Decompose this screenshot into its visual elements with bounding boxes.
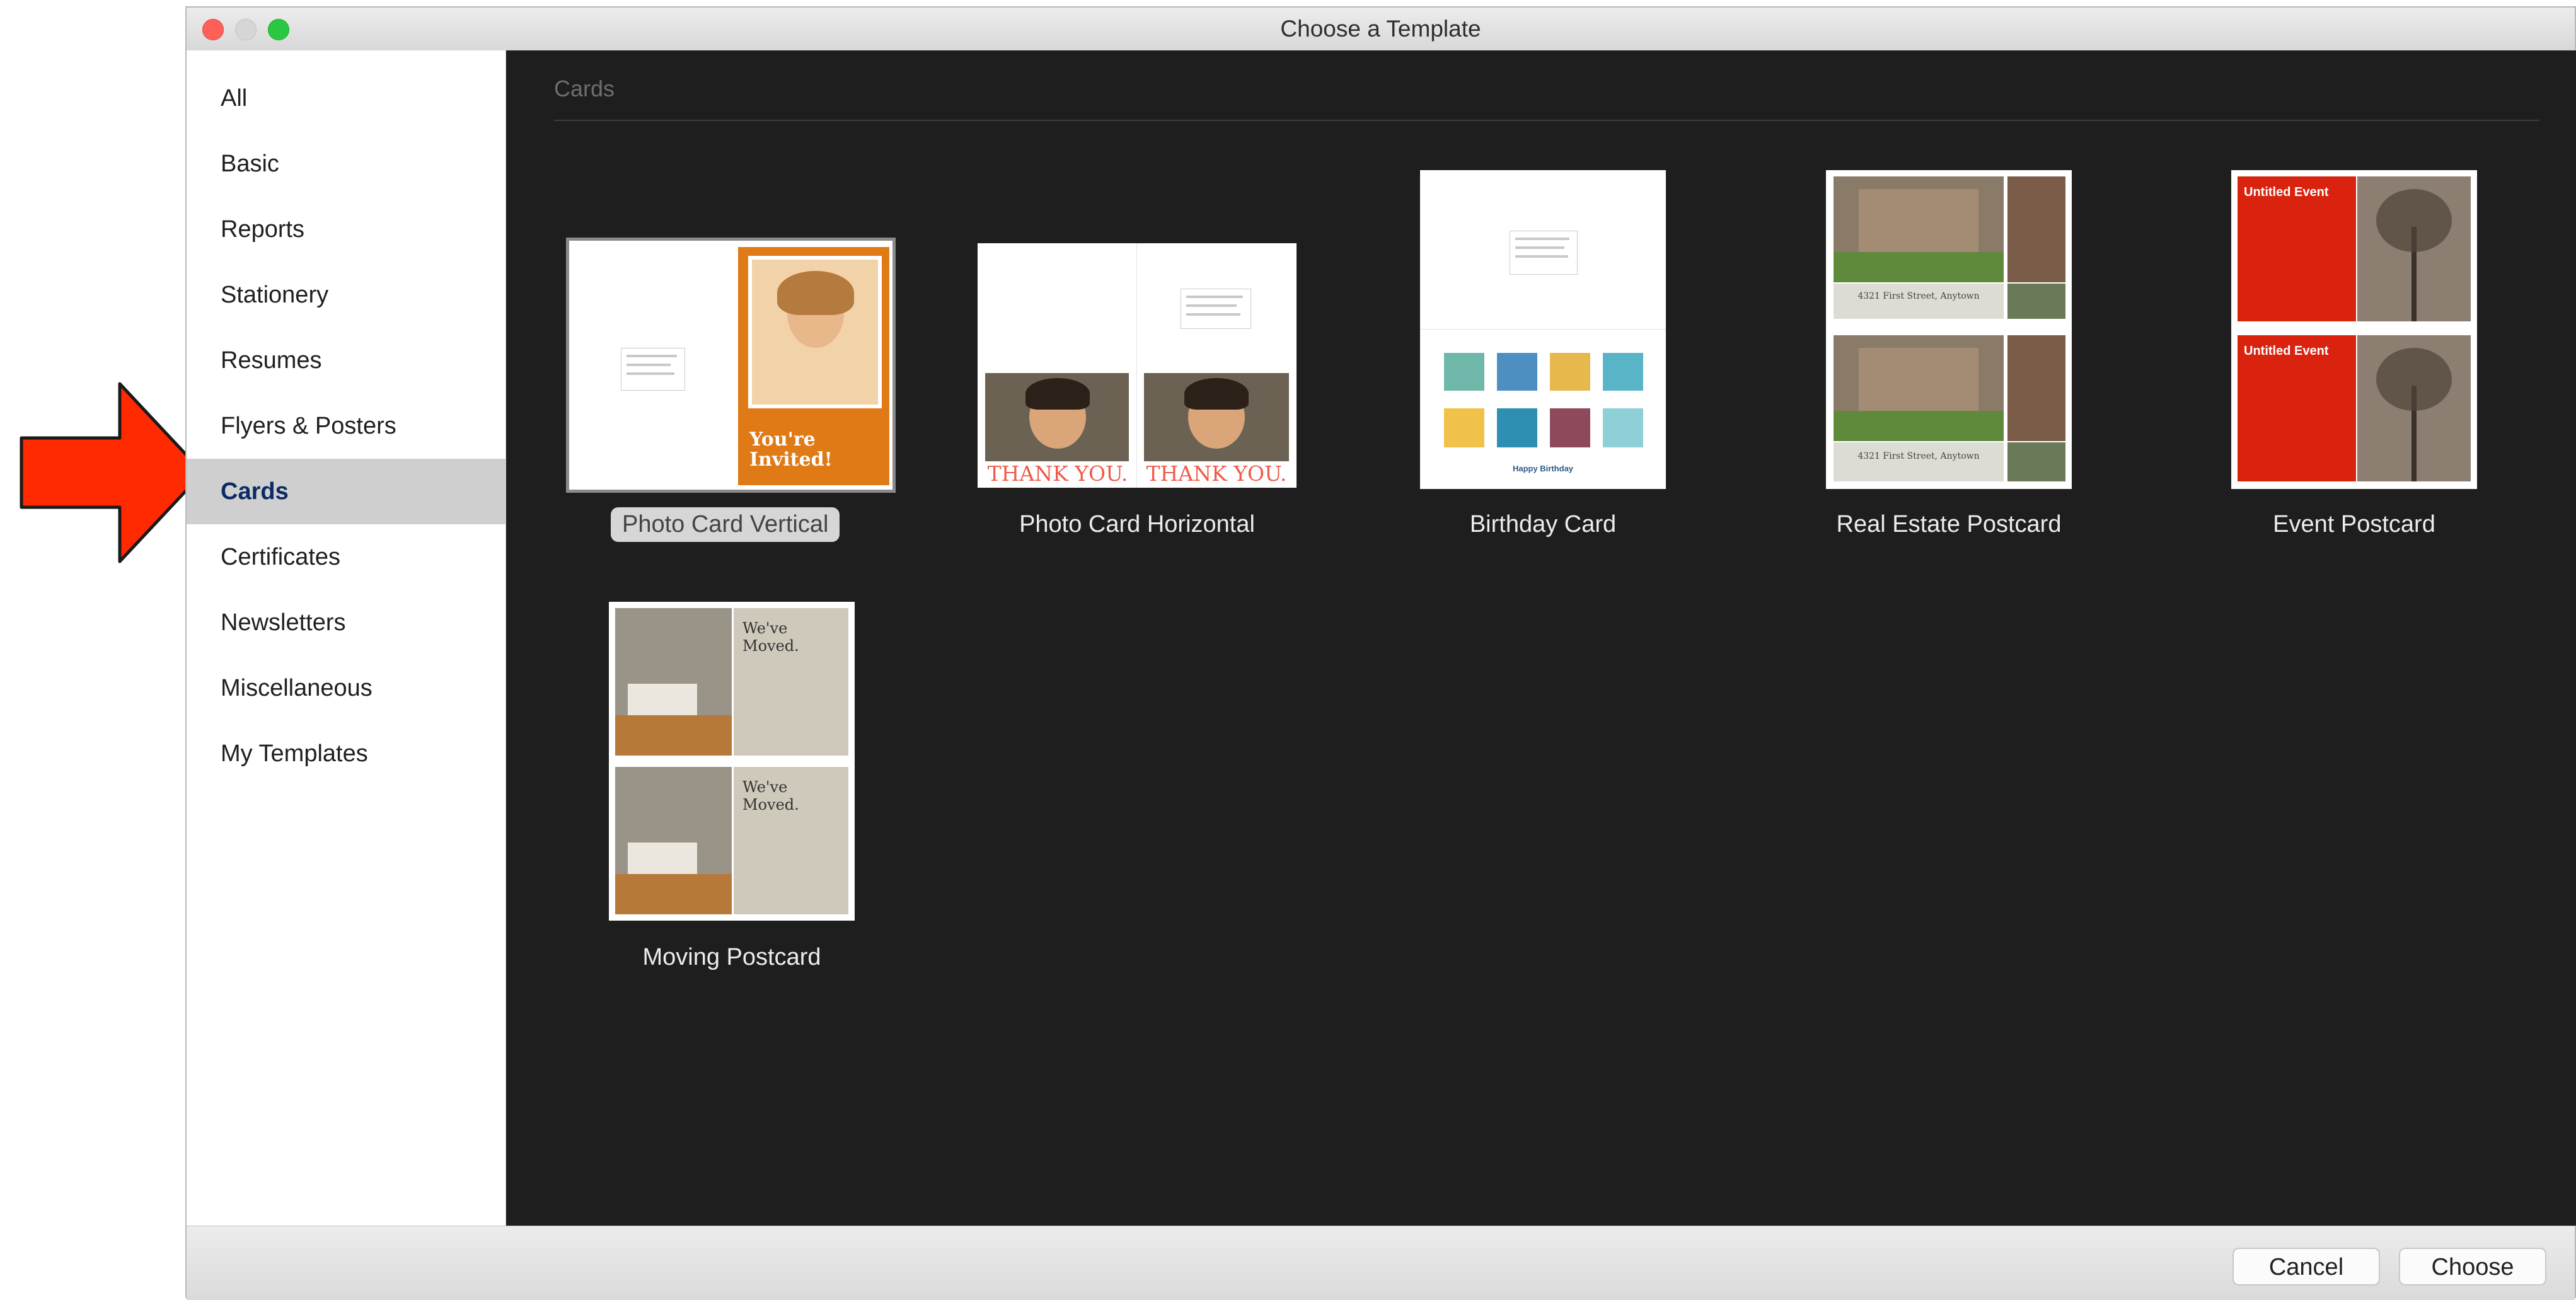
- dialog-footer: Cancel Choose: [187, 1226, 2575, 1300]
- agent-panel-top: [2007, 284, 2065, 319]
- template-label-event-postcard[interactable]: Event Postcard: [2231, 511, 2477, 538]
- title-bar: Choose a Template: [187, 8, 2575, 51]
- thumb-caption: You're Invited!: [749, 429, 833, 471]
- sidebar-item-basic[interactable]: Basic: [187, 131, 505, 197]
- sidebar-item-stationery[interactable]: Stationery: [187, 262, 505, 328]
- sidebar-item-label: Stationery: [221, 282, 329, 308]
- gift-icon: [1497, 408, 1537, 447]
- thumb-note-box: [1510, 231, 1578, 275]
- gift-icon: [1603, 408, 1643, 447]
- sidebar-item-label: My Templates: [221, 740, 368, 767]
- address-top: 4321 First Street, Anytown: [1834, 284, 2004, 319]
- thumb-caption-right: THANK YOU.: [1146, 461, 1287, 486]
- template-thumbnail-moving-postcard[interactable]: We've Moved. We've Moved.: [609, 602, 855, 921]
- sidebar-item-my-templates[interactable]: My Templates: [187, 721, 505, 786]
- sidebar-item-label: Reports: [221, 216, 305, 243]
- sidebar-item-newsletters[interactable]: Newsletters: [187, 590, 505, 655]
- sidebar-item-label: Resumes: [221, 347, 322, 374]
- interior-photos-bottom: [2007, 335, 2065, 441]
- sidebar-item-resumes[interactable]: Resumes: [187, 328, 505, 393]
- zoom-window-button[interactable]: [268, 19, 289, 40]
- thumb-caption-left: THANK YOU.: [987, 461, 1128, 486]
- thumb-note-box: [1181, 289, 1251, 329]
- sidebar-item-flyers-posters[interactable]: Flyers & Posters: [187, 393, 505, 459]
- sidebar-item-label: Newsletters: [221, 609, 346, 636]
- category-sidebar: All Basic Reports Stationery Resumes Fly…: [187, 50, 506, 1226]
- template-label-photo-card-horizontal[interactable]: Photo Card Horizontal: [978, 511, 1297, 538]
- template-label-moving-postcard[interactable]: Moving Postcard: [609, 944, 855, 971]
- thumb-note-box: [621, 348, 685, 391]
- thumb-photo-panel: You're Invited!: [738, 247, 889, 485]
- moving-title-top: We've Moved.: [742, 619, 799, 655]
- template-thumbnail-photo-card-vertical[interactable]: You're Invited!: [566, 238, 896, 493]
- sidebar-item-label: Flyers & Posters: [221, 413, 396, 439]
- living-room-photo-top: [615, 608, 732, 756]
- section-divider: [554, 120, 2539, 121]
- template-chooser-window: Choose a Template All Basic Reports Stat…: [185, 6, 2576, 1300]
- choose-button[interactable]: Choose: [2399, 1248, 2546, 1286]
- moving-text-panel-top: We've Moved.: [734, 608, 848, 756]
- gift-icon: [1550, 353, 1590, 391]
- event-red-panel-top: Untitled Event: [2238, 176, 2356, 321]
- event-title-top: Untitled Event: [2244, 185, 2329, 199]
- tree-photo-top: [2357, 176, 2471, 321]
- window-title: Choose a Template: [1280, 16, 1481, 42]
- template-thumbnail-event-postcard[interactable]: Untitled Event Untitled Event: [2231, 170, 2477, 489]
- moving-title-bottom: We've Moved.: [742, 778, 799, 814]
- child-photo-left: [985, 373, 1129, 461]
- thumb-caption: Happy Birthday: [1512, 464, 1574, 473]
- template-label-photo-card-vertical[interactable]: Photo Card Vertical: [611, 507, 840, 542]
- moving-text-panel-bottom: We've Moved.: [734, 767, 848, 914]
- close-window-button[interactable]: [202, 19, 224, 40]
- sidebar-item-cards[interactable]: Cards: [187, 459, 505, 524]
- red-arrow-icon: [20, 382, 205, 563]
- sidebar-item-certificates[interactable]: Certificates: [187, 524, 505, 590]
- template-thumbnail-real-estate-postcard[interactable]: 4321 First Street, Anytown 4321 First St…: [1826, 170, 2072, 489]
- gift-icon: [1550, 408, 1590, 447]
- event-title-bottom: Untitled Event: [2244, 344, 2329, 358]
- template-thumbnail-photo-card-horizontal[interactable]: THANK YOU. THANK YOU.: [978, 243, 1297, 488]
- sidebar-item-miscellaneous[interactable]: Miscellaneous: [187, 655, 505, 721]
- sidebar-item-label: Cards: [221, 478, 289, 505]
- sidebar-item-label: Certificates: [221, 544, 341, 570]
- minimize-window-button[interactable]: [235, 19, 257, 40]
- child-photo-right: [1144, 373, 1289, 461]
- sidebar-item-label: Miscellaneous: [221, 675, 373, 701]
- sidebar-item-all[interactable]: All: [187, 66, 505, 131]
- template-label-real-estate-postcard[interactable]: Real Estate Postcard: [1826, 511, 2072, 538]
- event-red-panel-bottom: Untitled Event: [2238, 335, 2356, 481]
- gift-icon: [1603, 353, 1643, 391]
- house-photo-bottom: [1834, 335, 2004, 441]
- house-photo-top: [1834, 176, 2004, 282]
- gift-icon: [1497, 353, 1537, 391]
- living-room-photo-bottom: [615, 767, 732, 914]
- gift-icon: [1444, 408, 1484, 447]
- cancel-button[interactable]: Cancel: [2232, 1248, 2380, 1286]
- section-title: Cards: [554, 76, 615, 101]
- gift-icon: [1444, 353, 1484, 391]
- interior-photos-top: [2007, 176, 2065, 282]
- tree-photo-bottom: [2357, 335, 2471, 481]
- sidebar-item-label: Basic: [221, 151, 279, 177]
- sidebar-item-reports[interactable]: Reports: [187, 197, 505, 262]
- child-photo: [748, 256, 882, 408]
- template-gallery: Cards You're Invited! Photo Card Vertica…: [506, 50, 2576, 1226]
- agent-panel-bottom: [2007, 442, 2065, 481]
- template-thumbnail-birthday-card[interactable]: Happy Birthday: [1420, 170, 1666, 489]
- sidebar-item-label: All: [221, 85, 248, 112]
- template-label-birthday-card[interactable]: Birthday Card: [1420, 511, 1666, 538]
- address-bottom: 4321 First Street, Anytown: [1834, 442, 2004, 481]
